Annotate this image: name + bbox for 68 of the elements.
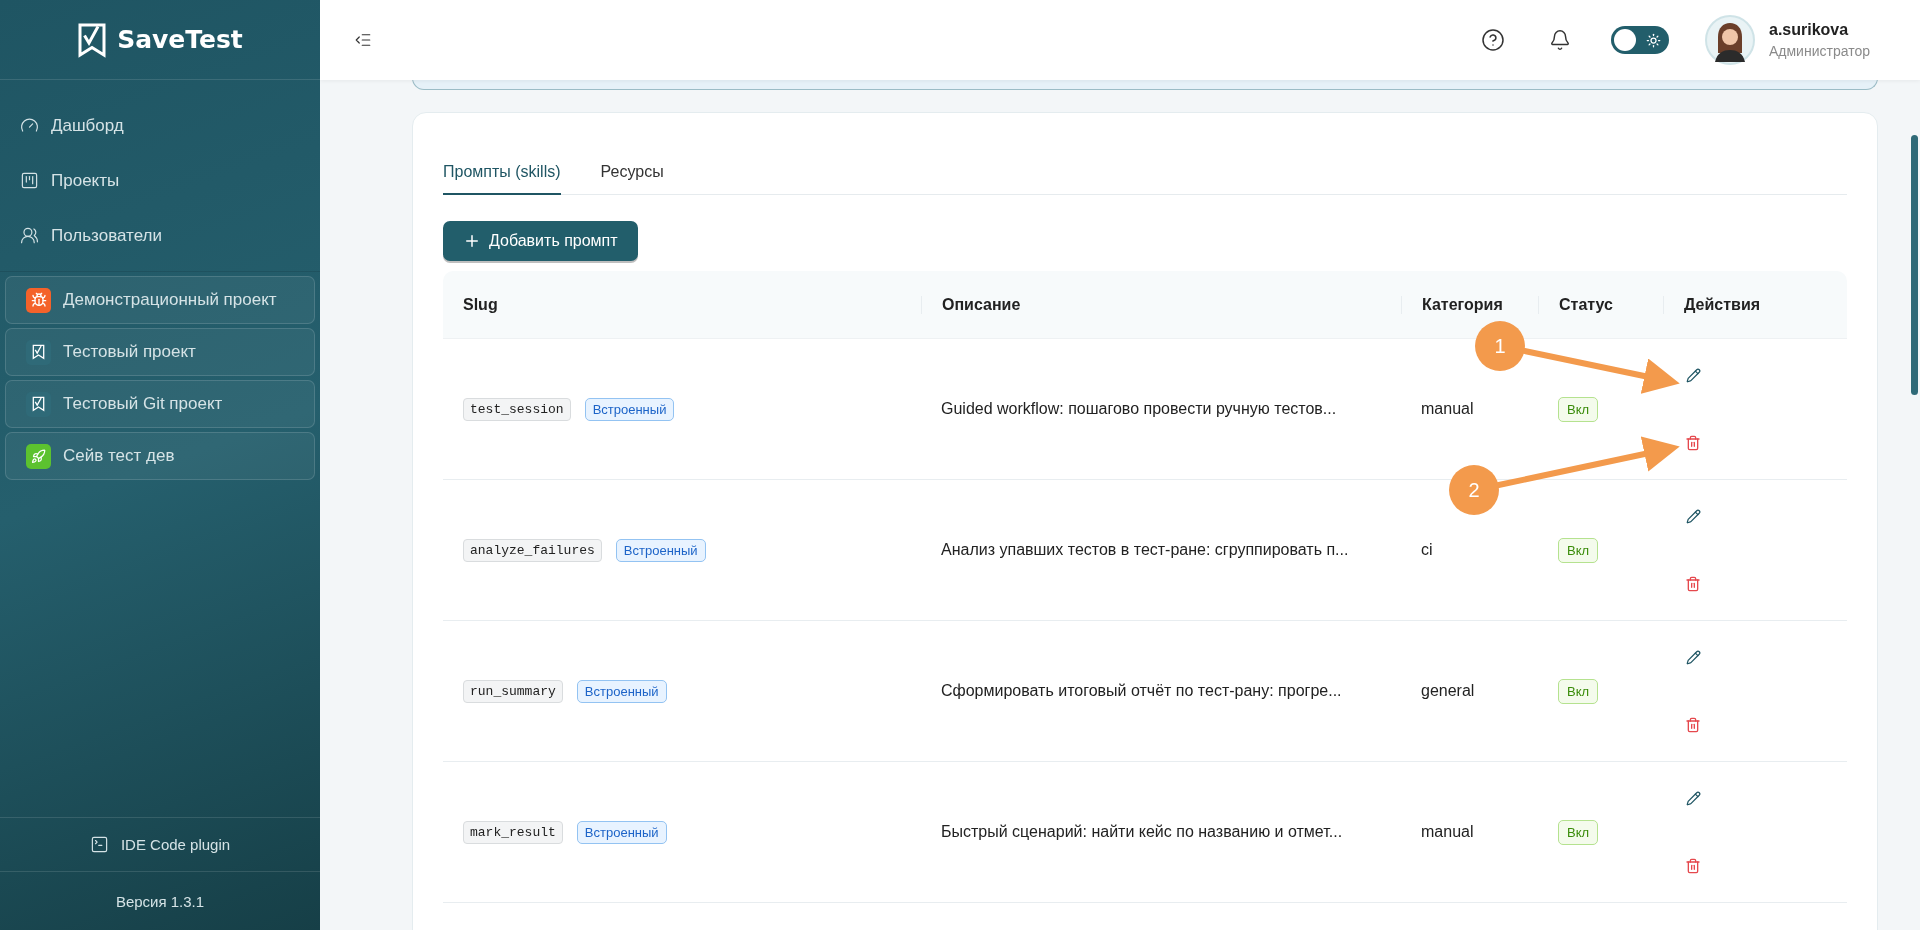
builtin-tag: Встроенный	[576, 679, 667, 703]
status-tag: Вкл	[1558, 678, 1599, 704]
add-prompt-button[interactable]: Добавить промпт	[443, 221, 638, 261]
column-header: Категория	[1401, 295, 1538, 314]
category-text: ci	[1421, 541, 1433, 559]
trash-icon	[1685, 857, 1701, 874]
status-tag: Вкл	[1558, 537, 1599, 563]
category-text: manual	[1421, 400, 1474, 418]
pencil-icon	[1685, 508, 1701, 524]
trash-icon	[1685, 434, 1701, 451]
category-text: general	[1421, 682, 1475, 700]
bell-icon	[1549, 29, 1571, 51]
avatar	[1705, 15, 1755, 65]
tab[interactable]: Промпты (skills)	[443, 151, 561, 195]
bookmark-check-icon	[32, 344, 45, 360]
bug-icon	[30, 292, 47, 308]
project-item[interactable]: Демонстрационный проект	[5, 276, 315, 324]
project-item[interactable]: Сейв тест дев	[5, 432, 315, 480]
callout-number: 2	[1468, 479, 1480, 501]
tab[interactable]: Ресурсы	[600, 151, 664, 195]
builtin-tag: Встроенный	[584, 397, 675, 421]
sun-icon	[1646, 32, 1661, 48]
user-name: a.surikova	[1769, 21, 1850, 39]
pencil-icon	[1685, 790, 1701, 806]
description-text: Быстрый сценарий: найти кейс по названию и отмет...	[941, 823, 1343, 841]
description-text: Guided workflow: пошагово провести ручную тестов...	[941, 400, 1337, 418]
trash-icon	[1685, 575, 1701, 592]
nav-item[interactable]: Проекты	[0, 153, 320, 208]
rocket-icon	[31, 448, 46, 464]
status-tag: Вкл	[1558, 819, 1599, 845]
callout-marker	[1475, 321, 1525, 371]
terminal-icon	[89, 835, 109, 854]
version-text: Версия 1.3.1	[115, 892, 205, 910]
logo-icon	[77, 21, 108, 58]
builtin-tag: Встроенный	[615, 538, 706, 562]
description-text: Сформировать итоговый отчёт по тест-рану: прогре...	[941, 682, 1342, 700]
slug-code: analyze_failures	[463, 538, 602, 562]
users-icon	[20, 226, 39, 245]
category-text: manual	[1421, 823, 1474, 841]
slug-code: run_summary	[463, 679, 563, 703]
pencil-icon	[1685, 649, 1701, 665]
column-header: Slug	[462, 295, 499, 314]
user-role: Администратор	[1769, 43, 1870, 59]
description-text: Анализ упавших тестов в тест-ране: сгруппировать п...	[941, 541, 1349, 559]
gauge-icon	[20, 116, 39, 135]
project-item[interactable]: Тестовый Git проект	[5, 380, 315, 428]
callout-marker	[1449, 465, 1499, 515]
column-header: Статус	[1538, 295, 1663, 314]
column-header: Действия	[1663, 295, 1847, 314]
logo-text: SaveTest	[117, 25, 243, 54]
menu-collapse-icon	[354, 31, 372, 49]
slug-code: mark_result	[463, 820, 563, 844]
column-header: Описание	[921, 295, 1401, 314]
nav-item[interactable]: Дашборд	[0, 98, 320, 153]
kanban-icon	[20, 171, 39, 190]
status-tag: Вкл	[1558, 396, 1599, 422]
plugin-link[interactable]: IDE Code plugin	[0, 817, 320, 872]
pencil-icon	[1685, 367, 1701, 383]
callout-number: 1	[1494, 335, 1506, 357]
trash-icon	[1685, 716, 1701, 733]
help-icon	[1481, 28, 1505, 52]
plus-icon	[463, 232, 481, 250]
builtin-tag: Встроенный	[576, 820, 667, 844]
bookmark-check-icon	[32, 396, 45, 412]
project-item[interactable]: Тестовый проект	[5, 328, 315, 376]
nav-item[interactable]: Пользователи	[0, 208, 320, 263]
theme-toggle[interactable]	[1611, 26, 1669, 54]
slug-code: test_session	[463, 397, 571, 421]
